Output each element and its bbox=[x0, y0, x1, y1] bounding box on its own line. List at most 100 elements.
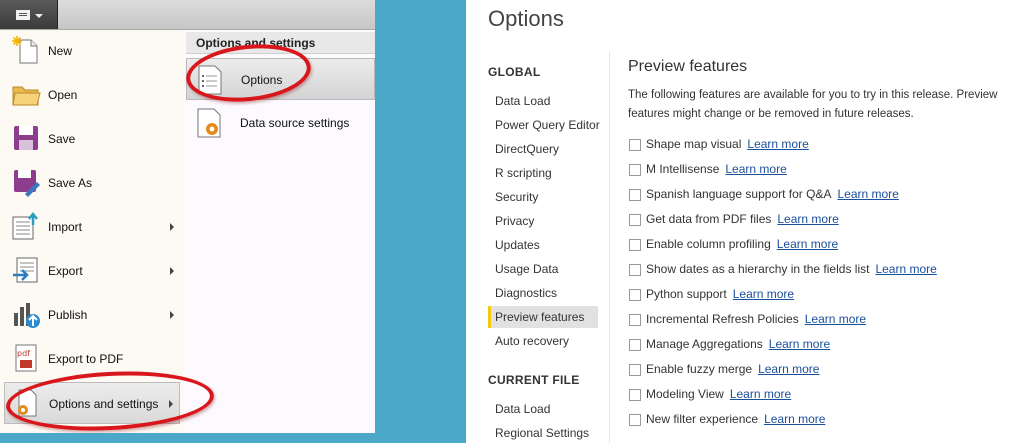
file-menu-button[interactable] bbox=[0, 0, 58, 29]
learn-more-link[interactable]: Learn more bbox=[764, 412, 825, 426]
feature-label: Python support bbox=[646, 287, 727, 301]
nav-heading-global: GLOBAL bbox=[488, 65, 541, 79]
feature-label: Incremental Refresh Policies bbox=[646, 312, 799, 326]
menu-item-label: Open bbox=[48, 88, 78, 102]
import-icon bbox=[12, 211, 38, 240]
options-settings-icon bbox=[18, 389, 37, 417]
section-title: Preview features bbox=[628, 58, 748, 75]
feature-checkbox[interactable] bbox=[629, 164, 641, 176]
save-icon bbox=[14, 126, 38, 150]
options-page-icon bbox=[198, 65, 222, 95]
title-bar bbox=[0, 0, 375, 30]
dialog-title: Options bbox=[488, 6, 564, 31]
learn-more-link[interactable]: Learn more bbox=[730, 387, 791, 401]
menu-item-import[interactable]: Import bbox=[4, 206, 180, 248]
data-source-settings-icon bbox=[197, 108, 221, 138]
feature-label: Show dates as a hierarchy in the fields … bbox=[646, 262, 870, 276]
feature-checkbox[interactable] bbox=[629, 214, 641, 226]
submenu-header: Options and settings bbox=[186, 32, 375, 54]
nav-item-preview-features[interactable]: Preview features bbox=[488, 306, 598, 328]
folder-icon bbox=[12, 86, 41, 106]
feature-label: New filter experience bbox=[646, 412, 759, 426]
feature-label: Enable fuzzy merge bbox=[646, 362, 753, 376]
submenu-item-options[interactable]: Options bbox=[186, 58, 375, 100]
publish-icon bbox=[14, 303, 40, 328]
nav-item-directquery[interactable]: DirectQuery bbox=[488, 138, 598, 160]
section-description: The following features are available for… bbox=[628, 89, 998, 120]
feature-checkbox[interactable] bbox=[629, 314, 641, 326]
nav-item-auto-recovery[interactable]: Auto recovery bbox=[488, 330, 598, 352]
chevron-right-icon bbox=[170, 223, 174, 231]
submenu-item-data-source-settings[interactable]: Data source settings bbox=[186, 102, 375, 144]
feature-checkbox[interactable] bbox=[629, 189, 641, 201]
menu-item-label: Save bbox=[48, 132, 76, 146]
submenu-item-label: Data source settings bbox=[240, 116, 350, 130]
nav-item-security[interactable]: Security bbox=[488, 186, 598, 208]
learn-more-link[interactable]: Learn more bbox=[733, 287, 794, 301]
menu-item-save[interactable]: Save bbox=[4, 118, 180, 160]
nav-item-usage-data[interactable]: Usage Data bbox=[488, 258, 598, 280]
feature-label: Get data from PDF files bbox=[646, 212, 772, 226]
feature-checkbox[interactable] bbox=[629, 414, 641, 426]
svg-text:pdf: pdf bbox=[17, 349, 30, 358]
feature-checkbox[interactable] bbox=[629, 264, 641, 276]
nav-item-power-query-editor[interactable]: Power Query Editor bbox=[488, 114, 600, 136]
feature-label: Shape map visual bbox=[646, 137, 742, 151]
options-submenu: Options and settings Options Data source… bbox=[184, 30, 375, 433]
learn-more-link[interactable]: Learn more bbox=[875, 262, 936, 276]
menu-item-label: Publish bbox=[48, 308, 88, 322]
menu-item-save-as[interactable]: Save As bbox=[4, 162, 180, 204]
feature-label: Enable column profiling bbox=[646, 237, 771, 251]
export-icon bbox=[13, 257, 38, 283]
feature-label: Manage Aggregations bbox=[646, 337, 763, 351]
nav-item-updates[interactable]: Updates bbox=[488, 234, 598, 256]
chevron-right-icon bbox=[170, 267, 174, 275]
menu-item-export[interactable]: Export bbox=[4, 250, 180, 292]
feature-checkbox[interactable] bbox=[629, 239, 641, 251]
nav-item-data-load[interactable]: Data Load bbox=[488, 90, 598, 112]
feature-checkbox[interactable] bbox=[629, 364, 641, 376]
nav-divider bbox=[609, 52, 610, 443]
feature-label: Spanish language support for Q&A bbox=[646, 187, 832, 201]
submenu-item-label: Options bbox=[241, 73, 283, 87]
menu-item-label: Save As bbox=[48, 176, 93, 190]
save-as-icon bbox=[14, 170, 40, 197]
learn-more-link[interactable]: Learn more bbox=[777, 237, 838, 251]
learn-more-link[interactable]: Learn more bbox=[805, 312, 866, 326]
menu-item-label: Import bbox=[48, 220, 83, 234]
feature-label: M Intellisense bbox=[646, 162, 720, 176]
learn-more-link[interactable]: Learn more bbox=[769, 337, 830, 351]
new-file-icon bbox=[12, 36, 38, 64]
nav-item-current-data-load[interactable]: Data Load bbox=[488, 398, 598, 420]
feature-checkbox[interactable] bbox=[629, 289, 641, 301]
feature-checkbox[interactable] bbox=[629, 339, 641, 351]
learn-more-link[interactable]: Learn more bbox=[837, 187, 898, 201]
nav-item-r-scripting[interactable]: R scripting bbox=[488, 162, 598, 184]
learn-more-link[interactable]: Learn more bbox=[758, 362, 819, 376]
menu-item-label: Export bbox=[48, 264, 83, 278]
nav-item-diagnostics[interactable]: Diagnostics bbox=[488, 282, 598, 304]
chevron-right-icon bbox=[169, 400, 173, 408]
menu-item-export-to-pdf[interactable]: pdf Export to PDF bbox=[4, 338, 180, 380]
menu-item-open[interactable]: Open bbox=[4, 74, 180, 116]
nav-heading-current-file: CURRENT FILE bbox=[488, 373, 580, 387]
nav-item-privacy[interactable]: Privacy bbox=[488, 210, 598, 232]
menu-item-new[interactable]: New bbox=[4, 30, 180, 72]
feature-checkbox[interactable] bbox=[629, 389, 641, 401]
learn-more-link[interactable]: Learn more bbox=[777, 212, 838, 226]
file-menu-list: New Open Save Save As Import Export Publ… bbox=[0, 30, 185, 433]
options-dialog: Options GLOBAL Data Load Power Query Edi… bbox=[466, 0, 1027, 443]
menu-item-label: New bbox=[48, 44, 73, 58]
menu-item-label: Export to PDF bbox=[48, 352, 124, 366]
file-menu-icon bbox=[16, 10, 30, 20]
file-menu-screenshot: New Open Save Save As Import Export Publ… bbox=[0, 0, 375, 433]
nav-item-regional-settings[interactable]: Regional Settings bbox=[488, 422, 598, 443]
menu-item-options-and-settings[interactable]: Options and settings bbox=[4, 382, 180, 424]
chevron-right-icon bbox=[170, 311, 174, 319]
learn-more-link[interactable]: Learn more bbox=[747, 137, 808, 151]
menu-item-label: Options and settings bbox=[49, 397, 159, 411]
pdf-icon: pdf bbox=[15, 344, 37, 372]
feature-checkbox[interactable] bbox=[629, 139, 641, 151]
menu-item-publish[interactable]: Publish bbox=[4, 294, 180, 336]
learn-more-link[interactable]: Learn more bbox=[725, 162, 786, 176]
